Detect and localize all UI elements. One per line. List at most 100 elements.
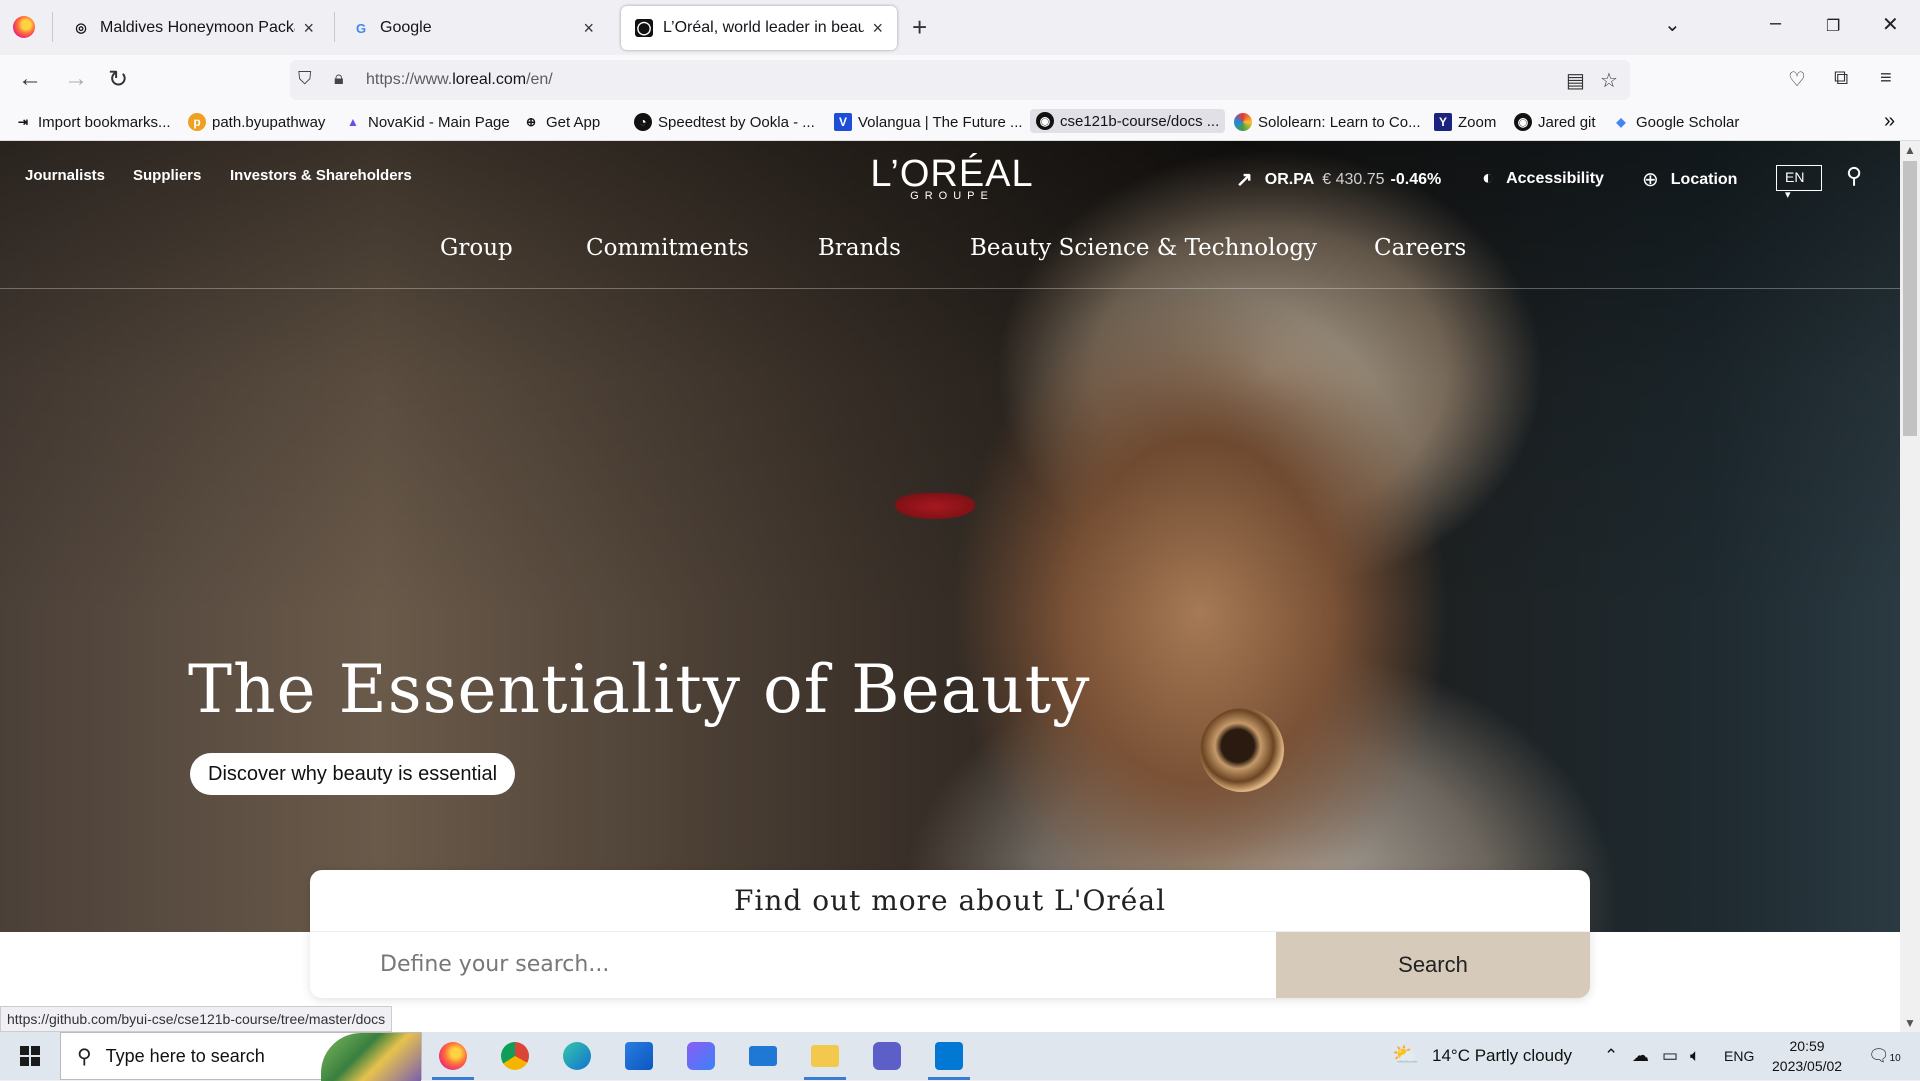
import-icon: ⇥ (17, 115, 29, 129)
bookmark-get-app[interactable]: ⊕ Get App (522, 113, 600, 131)
pocket-icon[interactable]: ♡ (1788, 67, 1806, 92)
url-bar[interactable]: ⛉ 🔒︎ https://www.loreal.com/en/ ▤ ☆ (290, 60, 1630, 100)
restore-icon[interactable]: ❐ (1826, 16, 1840, 36)
taskbar-mail[interactable] (734, 1032, 792, 1080)
navigation-bar: ← → ↻ ⛉ 🔒︎ https://www.loreal.com/en/ ▤ … (0, 55, 1920, 105)
bookmark-label: Speedtest by Ookla - ... (658, 113, 815, 131)
rocket-icon: ▲ (347, 115, 359, 129)
nav-group[interactable]: Group (440, 235, 513, 261)
taskbar-edge[interactable] (548, 1032, 606, 1080)
scroll-down-icon[interactable]: ▼ (1904, 1016, 1916, 1030)
bookmark-star-icon[interactable]: ☆ (1600, 68, 1618, 93)
close-icon[interactable]: × (303, 18, 314, 39)
bookmark-speedtest[interactable]: ◔ Speedtest by Ookla - ... (634, 113, 815, 131)
speedtest-icon: ◔ (634, 113, 652, 131)
clock-time: 20:59 (1789, 1038, 1825, 1054)
folder-icon (811, 1045, 839, 1067)
link-investors[interactable]: Investors & Shareholders (230, 167, 412, 184)
taskbar-copilot[interactable] (672, 1032, 730, 1080)
bookmark-zoom[interactable]: Y Zoom (1434, 113, 1496, 131)
nav-careers[interactable]: Careers (1374, 235, 1466, 261)
bookmark-volangua[interactable]: V Volangua | The Future ... (834, 113, 1023, 131)
tab-google[interactable]: G Google × (338, 6, 608, 50)
battery-icon[interactable]: ▭ (1662, 1046, 1678, 1066)
shield-icon[interactable]: ⛉ (298, 68, 312, 89)
bookmark-sololearn[interactable]: Sololearn: Learn to Co... (1234, 113, 1421, 131)
nav-commitments[interactable]: Commitments (586, 235, 749, 261)
notification-count: 10 (1889, 1053, 1901, 1064)
bookmark-import[interactable]: ⇥ Import bookmarks... (14, 113, 171, 131)
new-tab-button[interactable]: + (912, 12, 927, 43)
webpage: Journalists Suppliers Investors & Shareh… (0, 141, 1900, 1032)
onedrive-icon[interactable]: ☁ (1632, 1046, 1649, 1066)
scrollbar-thumb[interactable] (1903, 161, 1917, 436)
stock-price: € 430.75 (1322, 170, 1385, 188)
url-text[interactable]: https://www.loreal.com/en/ (366, 71, 553, 89)
zoom-icon: Y (1434, 113, 1452, 131)
close-icon[interactable]: × (872, 18, 883, 39)
nav-divider (0, 288, 1900, 289)
tab-loreal[interactable]: ◯ L’Oréal, world leader in beauty × (621, 6, 897, 50)
find-out-more-title: Find out more about L'Oréal (310, 870, 1590, 932)
bookmark-jared-git[interactable]: ◉ Jared git (1514, 113, 1596, 131)
loreal-logo[interactable]: L’ORÉAL GROUPE (862, 153, 1042, 202)
link-journalists[interactable]: Journalists (25, 167, 105, 184)
window-close-icon[interactable]: ✕ (1882, 12, 1899, 37)
weather-icon[interactable]: ⛅ (1392, 1042, 1419, 1068)
tab-separator (52, 12, 53, 42)
bookmark-cse121b[interactable]: ◉ cse121b-course/docs ... (1030, 109, 1226, 133)
bookmark-pathway[interactable]: p path.byupathway (188, 113, 325, 131)
taskbar-search[interactable]: ⚲ Type here to search (60, 1032, 422, 1081)
tab-maldives[interactable]: ◎ Maldives Honeymoon Packages × (58, 6, 328, 50)
link-suppliers[interactable]: Suppliers (133, 167, 201, 184)
clock[interactable]: 20:59 2023/05/02 (1772, 1036, 1842, 1076)
pathway-icon: p (188, 113, 206, 131)
stock-ticker[interactable]: ↗ OR.PA € 430.75 -0.46% (1236, 167, 1441, 192)
bookmark-google-scholar[interactable]: ◆ Google Scholar (1612, 113, 1739, 131)
taskbar-store[interactable] (610, 1032, 668, 1080)
discover-button[interactable]: Discover why beauty is essential (190, 753, 516, 795)
bookmark-label: path.byupathway (212, 113, 326, 131)
show-hidden-icons-icon[interactable]: ⌃ (1604, 1046, 1618, 1066)
lock-icon[interactable]: 🔒︎ (334, 68, 344, 89)
taskbar-firefox[interactable] (424, 1032, 482, 1080)
accessibility-button[interactable]: ◐ Accessibility (1482, 167, 1604, 190)
status-url-tooltip: https://github.com/byui-cse/cse121b-cour… (0, 1006, 393, 1032)
tab-title: Google (380, 19, 432, 36)
notifications-icon[interactable]: 🗨︎10 (1868, 1046, 1901, 1066)
weather-text[interactable]: 14°C Partly cloudy (1432, 1046, 1572, 1066)
location-button[interactable]: ⊕ Location (1642, 167, 1737, 192)
back-button[interactable]: ← (18, 65, 42, 93)
reload-button[interactable]: ↻ (108, 65, 128, 94)
tab-list-chevron-icon[interactable]: ⌄ (1664, 12, 1681, 37)
menu-icon[interactable]: ≡ (1880, 67, 1892, 90)
reader-view-icon[interactable]: ▤ (1566, 68, 1585, 93)
site-search-button[interactable]: Search (1276, 932, 1590, 998)
search-icon[interactable]: ⚲ (1846, 163, 1862, 189)
more-bookmarks-icon[interactable]: » (1884, 110, 1895, 133)
volume-icon[interactable]: 🔈︎ (1690, 1046, 1700, 1066)
sololearn-icon (1234, 113, 1252, 131)
language-select[interactable]: EN ▾ (1776, 165, 1822, 201)
tab-strip: ◎ Maldives Honeymoon Packages × G Google… (0, 0, 1920, 55)
extensions-icon[interactable]: ⧉ (1834, 67, 1848, 90)
bookmark-novakid[interactable]: ▲ NovaKid - Main Page (344, 113, 510, 131)
firefox-icon[interactable] (13, 16, 35, 38)
input-language[interactable]: ENG (1724, 1048, 1754, 1064)
site-search-input[interactable]: Define your search... (310, 932, 1276, 998)
page-scrollbar[interactable]: ▲ ▼ (1900, 141, 1920, 1032)
taskbar-chrome[interactable] (486, 1032, 544, 1080)
taskbar-vscode[interactable] (920, 1032, 978, 1080)
nav-brands[interactable]: Brands (818, 235, 901, 261)
bookmark-label: Google Scholar (1636, 113, 1740, 131)
taskbar-teams[interactable] (858, 1032, 916, 1080)
windows-start-icon[interactable] (20, 1046, 40, 1066)
scroll-up-icon[interactable]: ▲ (1904, 143, 1916, 157)
minimize-icon[interactable]: – (1770, 12, 1781, 35)
hero-image (0, 141, 1900, 932)
nav-beauty-science[interactable]: Beauty Science & Technology (970, 235, 1317, 261)
taskbar-file-explorer[interactable] (796, 1032, 854, 1080)
url-path: /en/ (526, 71, 553, 88)
forward-button[interactable]: → (64, 65, 88, 93)
close-icon[interactable]: × (583, 18, 594, 39)
